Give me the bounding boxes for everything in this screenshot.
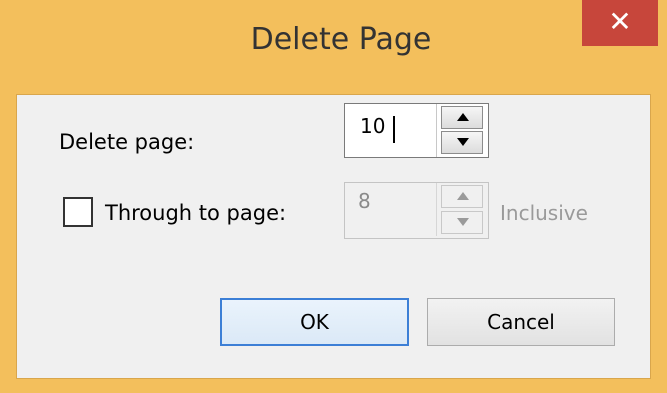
- through-to-page-value[interactable]: 8: [358, 189, 371, 213]
- inclusive-label: Inclusive: [500, 201, 588, 225]
- arrow-up-icon: [457, 192, 469, 200]
- through-to-page-spinner[interactable]: 8: [344, 182, 489, 239]
- delete-page-value[interactable]: 10: [360, 114, 385, 138]
- delete-page-spinner[interactable]: 10: [344, 103, 489, 158]
- delete-page-label: Delete page:: [59, 130, 195, 154]
- arrow-down-icon: [457, 218, 469, 226]
- close-icon: ✕: [608, 5, 632, 38]
- cancel-button[interactable]: Cancel: [427, 298, 615, 346]
- through-to-page-increment-button[interactable]: [441, 185, 483, 208]
- dialog-title: Delete Page: [250, 22, 432, 57]
- text-caret: [393, 116, 395, 143]
- close-button[interactable]: ✕: [582, 0, 658, 46]
- arrow-up-icon: [457, 113, 469, 121]
- delete-page-increment-button[interactable]: [441, 106, 483, 129]
- through-to-page-decrement-button[interactable]: [441, 211, 483, 234]
- delete-page-decrement-button[interactable]: [441, 131, 483, 154]
- title-bar[interactable]: Delete Page ✕: [0, 0, 667, 94]
- ok-button[interactable]: OK: [220, 298, 409, 346]
- through-to-page-checkbox[interactable]: [63, 197, 93, 227]
- delete-page-dialog: Delete Page ✕ Delete page: 10 Through to…: [0, 0, 667, 393]
- arrow-down-icon: [457, 138, 469, 146]
- through-to-page-label: Through to page:: [105, 201, 287, 225]
- through-to-page-spin-buttons: [436, 183, 488, 236]
- delete-page-spin-buttons: [436, 104, 488, 157]
- dialog-body: Delete page: 10 Through to page: 8 Inclu…: [16, 94, 651, 379]
